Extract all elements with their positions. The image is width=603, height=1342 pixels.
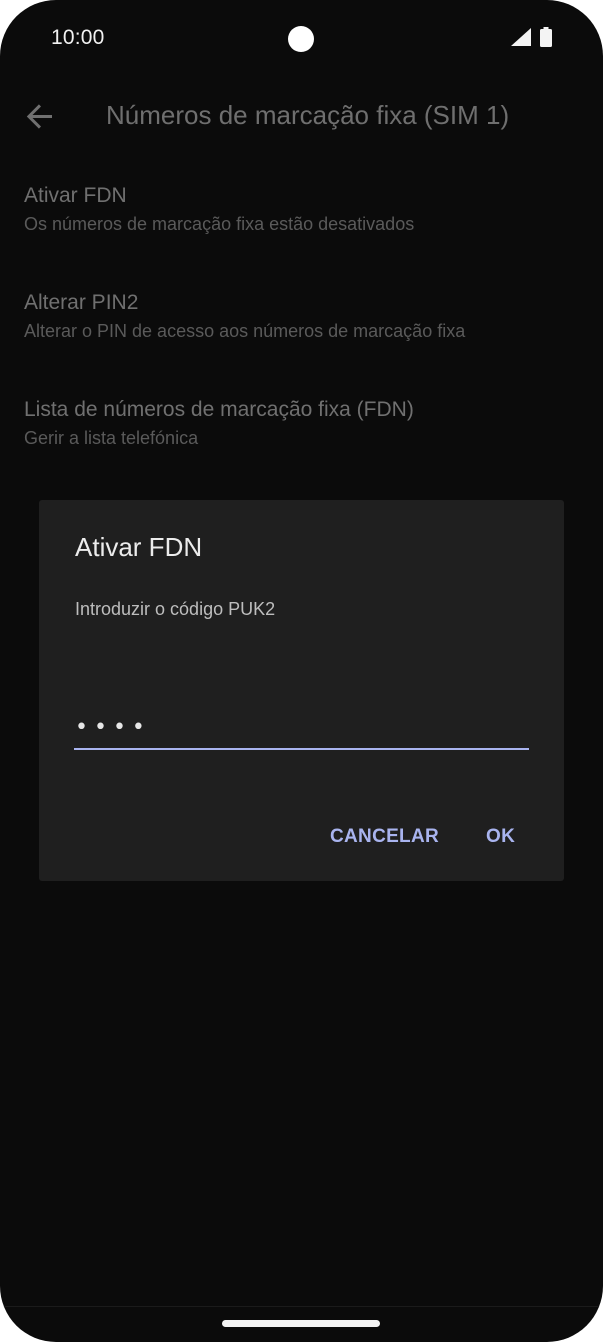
- screen-title: Números de marcação fixa (SIM 1): [106, 100, 510, 130]
- pref-summary: Alterar o PIN de acesso aos números de m…: [24, 321, 466, 341]
- pref-summary: Os números de marcação fixa estão desati…: [24, 214, 415, 234]
- pref-title: Ativar FDN: [24, 184, 127, 207]
- nav-divider: [0, 1306, 603, 1307]
- puk2-input[interactable]: [74, 706, 529, 750]
- dialog-message: Introduzir o código PUK2: [75, 599, 276, 619]
- pref-fdn-list[interactable]: Lista de números de marcação fixa (FDN) …: [24, 398, 584, 449]
- status-bar: 10:00: [0, 0, 603, 76]
- dialog-title: Ativar FDN: [75, 532, 203, 562]
- puk2-dialog: Ativar FDN Introduzir o código PUK2 CANC…: [39, 500, 564, 881]
- pref-title: Lista de números de marcação fixa (FDN): [24, 398, 414, 421]
- arrow-back-icon[interactable]: [22, 98, 58, 134]
- pref-summary: Gerir a lista telefónica: [24, 428, 199, 448]
- camera-cutout: [288, 26, 314, 52]
- pref-activate-fdn[interactable]: Ativar FDN Os números de marcação fixa e…: [24, 184, 584, 235]
- cell-signal-icon: [511, 28, 531, 46]
- ok-button[interactable]: OK: [484, 822, 517, 852]
- app-bar: Números de marcação fixa (SIM 1): [0, 86, 603, 146]
- home-gesture-handle[interactable]: [222, 1320, 380, 1327]
- pref-title: Alterar PIN2: [24, 291, 139, 314]
- status-time: 10:00: [51, 26, 105, 49]
- cancel-button[interactable]: CANCELAR: [328, 822, 441, 852]
- battery-icon: [540, 27, 552, 47]
- phone-screen: 10:00 Números de marcação fixa (SIM 1) A…: [0, 0, 603, 1342]
- pref-change-pin2[interactable]: Alterar PIN2 Alterar o PIN de acesso aos…: [24, 291, 584, 342]
